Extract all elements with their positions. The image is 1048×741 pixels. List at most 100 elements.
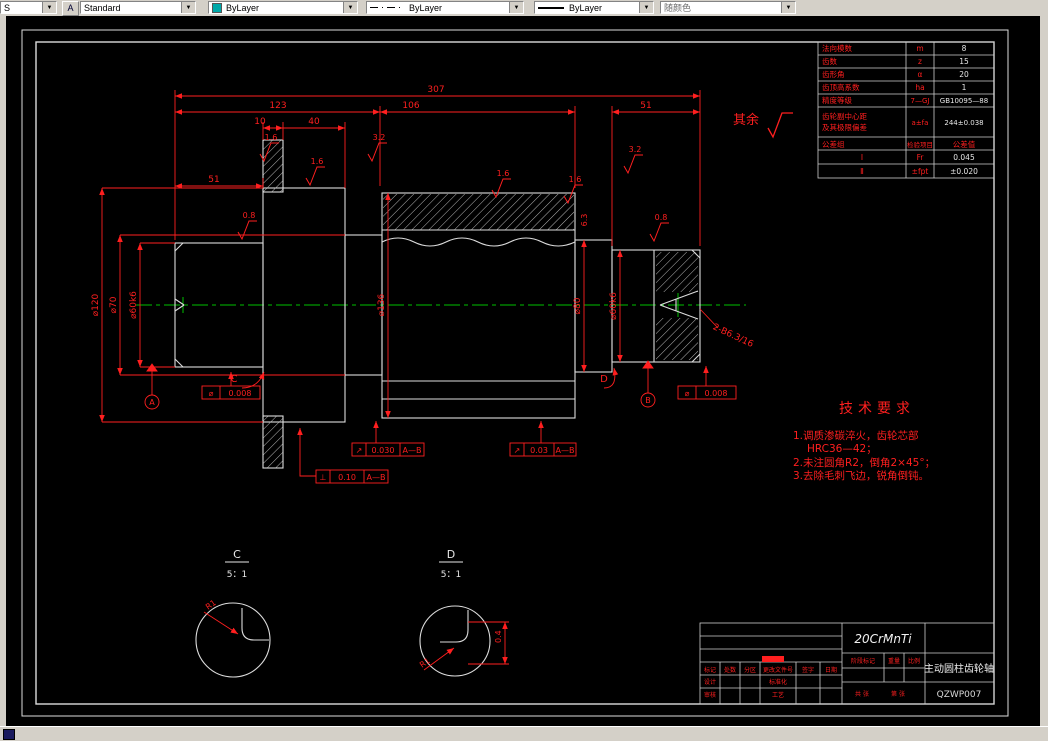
- table-cell: α: [918, 70, 923, 79]
- drawing-canvas[interactable]: 307 123 106 51 10 40 51 ⌀120 ⌀70 ⌀60k6 ⌀…: [6, 16, 1040, 727]
- detail-d-label: D: [447, 548, 455, 561]
- title-block-label: 比例: [908, 657, 920, 665]
- tech-req-title: 技术要求: [839, 401, 915, 417]
- dim-len-307: 307: [427, 85, 444, 95]
- fcf-symbol: ↗: [514, 446, 521, 455]
- table-cell: ±0.020: [950, 167, 978, 176]
- roughness-value: 1.6: [311, 157, 324, 166]
- fcf-symbol: ↗: [356, 446, 363, 455]
- dim-len-51-left: 51: [208, 175, 219, 185]
- view-marker-d: D: [600, 374, 608, 385]
- table-cell: ha: [915, 83, 924, 92]
- title-block: 标记 处数 分区 更改文件号 签字 日期 设计 标准化 审核 工艺 阶段标记 重…: [699, 622, 995, 705]
- detail-view-d: D 5：1 0.4 R1: [418, 548, 509, 677]
- table-cell: 7—GJ: [911, 97, 930, 105]
- dropdown-arrow-icon[interactable]: ▼: [509, 2, 523, 13]
- lineweight-combo[interactable]: ByLayer ▼: [534, 1, 654, 14]
- statusbar-icon[interactable]: [3, 729, 15, 740]
- roughness-value: 1.6: [497, 169, 510, 178]
- fcf-symbol: ⌀: [685, 389, 690, 398]
- drawing: 307 123 106 51 10 40 51 ⌀120 ⌀70 ⌀60k6 ⌀…: [21, 29, 1009, 717]
- title-block-label: 标准化: [769, 678, 787, 686]
- table-cell: 齿数: [822, 56, 837, 66]
- fcf-datum: A—B: [403, 446, 422, 455]
- dim-dia-step: ⌀80: [573, 297, 583, 314]
- table-cell: 15: [959, 57, 969, 66]
- title-block-label: 重量: [888, 657, 900, 665]
- table-cell: m: [916, 44, 923, 53]
- plot-style-combo[interactable]: 随颜色 ▼: [660, 1, 796, 14]
- datum-b-label: B: [645, 396, 651, 405]
- fcf-value: 0.030: [372, 446, 395, 455]
- dropdown-arrow-icon[interactable]: ▼: [343, 2, 357, 13]
- linetype-combo[interactable]: ByLayer ▼: [366, 1, 524, 14]
- tech-requirements: 技术要求 1.调质渗碳淬火，齿轮芯部 HRC36—42； 2.未注圆角R2，倒角…: [793, 401, 935, 482]
- title-block-label: 签字: [802, 666, 814, 674]
- material-label: 20CrMnTi: [854, 632, 912, 646]
- fcf-datum: A—B: [556, 446, 575, 455]
- roughness-6-3: 6.3: [580, 214, 589, 227]
- fcf-texts: ⌀ 0.008 ↗ 0.030 A—B ↗ 0.03 A—B ⊥ 0.10 A—…: [149, 374, 727, 482]
- title-block-label: 日期: [825, 666, 837, 674]
- table-cell: Ⅰ: [861, 153, 863, 162]
- text-style-icon[interactable]: A: [62, 1, 79, 16]
- dim-dia-gear: ⌀136: [377, 293, 387, 316]
- text-style-combo[interactable]: Standard ▼: [80, 1, 196, 14]
- sheet-frame: [21, 29, 1009, 717]
- detail-d-dim: 0.4: [494, 630, 503, 643]
- detail-c-label: C: [233, 548, 241, 561]
- title-block-label: 处数: [724, 666, 736, 674]
- app-window: { "toolbar": { "combo1_value": "S", "tex…: [0, 0, 1048, 741]
- dim-len-10: 10: [254, 117, 266, 127]
- tech-req-line: 2.未注圆角R2，倒角2×45°；: [793, 456, 935, 469]
- table-cell: 齿顶高系数: [822, 82, 860, 92]
- part-name: 主动圆柱齿轮轴: [924, 662, 994, 675]
- title-block-label: 第 张: [891, 690, 905, 698]
- highlight-cell: [762, 656, 784, 662]
- roughness-value: 0.8: [655, 213, 668, 222]
- table-cell: GB10095—88: [940, 97, 988, 105]
- color-swatch: [212, 2, 222, 13]
- dim-dia-journal-right: ⌀60k6: [609, 292, 619, 320]
- table-cell: 法向模数: [822, 43, 852, 53]
- title-block-label: 阶段标记: [851, 657, 875, 665]
- dropdown-arrow-icon[interactable]: ▼: [181, 2, 195, 13]
- roughness-value: 3.2: [629, 145, 642, 154]
- fcf-value: 0.008: [229, 389, 252, 398]
- detail-c-radius: R1: [204, 598, 218, 611]
- dim-dia-journal-left: ⌀60k6: [129, 291, 139, 319]
- gear-parameter-table: 法向模数 齿数 齿形角 齿顶高系数 精度等级 齿轮副中心距 及其极限偏差 公差组…: [817, 41, 995, 179]
- dim-len-106: 106: [402, 101, 419, 111]
- table-cell: 齿形角: [822, 69, 845, 79]
- table-cell: 8: [962, 44, 967, 53]
- fcf-value: 0.008: [705, 389, 728, 398]
- roughness-value: 3.2: [373, 133, 386, 142]
- text-style-value: Standard: [84, 2, 121, 13]
- fcf-value: 0.03: [530, 446, 548, 455]
- datum-a-label: A: [149, 398, 155, 407]
- color-combo[interactable]: ByLayer ▼: [208, 1, 358, 14]
- title-block-label: 设计: [704, 678, 716, 686]
- dropdown-arrow-icon[interactable]: ▼: [639, 2, 653, 13]
- dim-len-40: 40: [308, 117, 320, 127]
- table-cell: z: [918, 57, 922, 66]
- table-cell: 齿轮副中心距: [822, 111, 867, 121]
- dropdown-arrow-icon[interactable]: ▼: [781, 2, 795, 13]
- dim-style-combo[interactable]: S ▼: [0, 1, 57, 14]
- dimensions: [99, 90, 719, 423]
- dim-dia-collar: ⌀120: [91, 293, 101, 316]
- dim-len-51-right: 51: [640, 101, 651, 111]
- center-hole-callout: 2-B6.3/16: [711, 322, 755, 350]
- toolbar: S ▼ A Standard ▼ ByLayer ▼ ByLayer ▼ ByL…: [0, 0, 1048, 16]
- table-cell: 精度等级: [822, 95, 852, 105]
- dropdown-arrow-icon[interactable]: ▼: [42, 2, 56, 13]
- title-block-label: 共 张: [855, 690, 869, 698]
- linetype-value: ByLayer: [409, 2, 443, 13]
- color-value: ByLayer: [226, 2, 260, 13]
- title-block-label: 分区: [744, 666, 756, 674]
- table-cell: 1: [962, 83, 967, 92]
- table-cell: Ⅱ: [860, 167, 864, 176]
- title-block-label: 工艺: [772, 691, 784, 699]
- table-cell: 及其极限偏差: [822, 122, 867, 132]
- roughness-value: 1.6: [569, 175, 582, 184]
